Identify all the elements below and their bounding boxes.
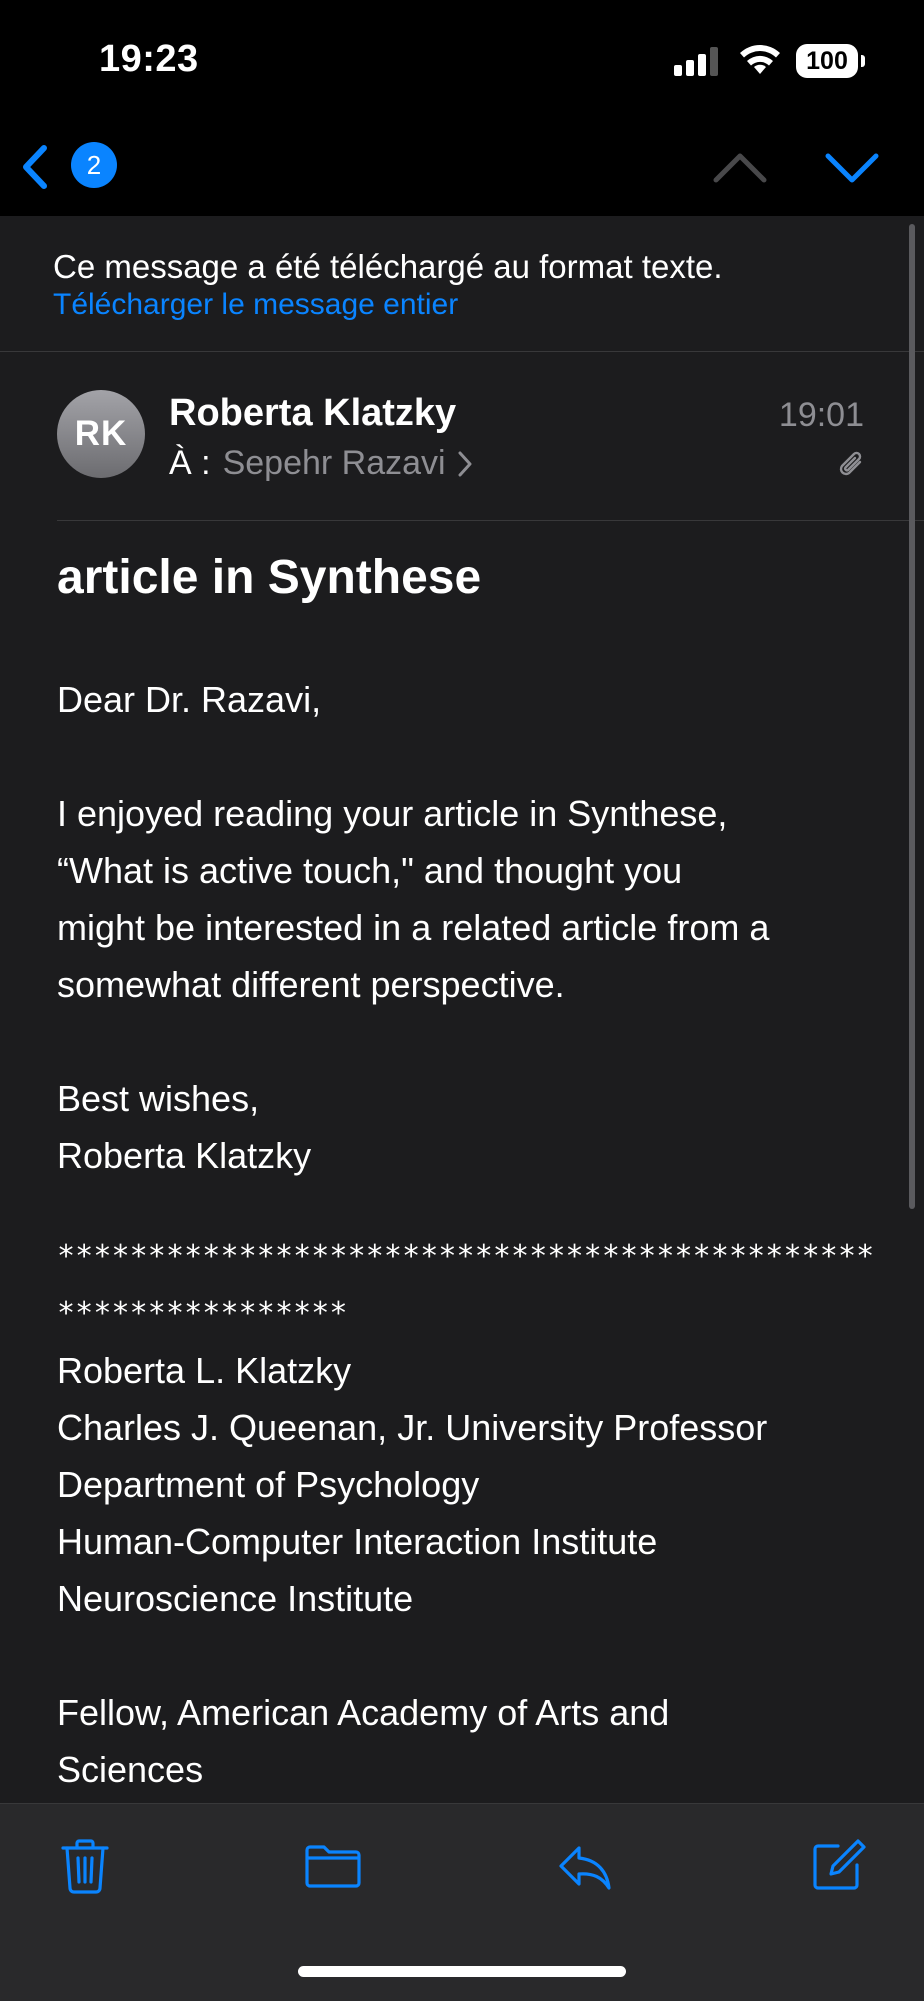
header-divider — [57, 520, 924, 521]
status-time: 19:23 — [99, 38, 199, 80]
reply-icon[interactable] — [555, 1836, 615, 1896]
recipient-row[interactable]: À : Sepehr Razavi — [169, 444, 472, 483]
trash-icon[interactable] — [55, 1836, 115, 1896]
message-subject: article in Synthese — [57, 551, 482, 604]
avatar[interactable]: RK — [57, 390, 145, 478]
body-line: might be interested in a related article… — [57, 907, 770, 948]
body-line: “What is active touch," and thought you — [57, 850, 683, 891]
battery-tip — [861, 55, 865, 67]
nav-bar — [0, 120, 924, 216]
partial-download-banner: Ce message a été téléchargé au format te… — [0, 216, 924, 352]
body-line: I enjoyed reading your article in Synthe… — [57, 793, 728, 834]
signature-line: Human-Computer Interaction Institute — [57, 1521, 658, 1562]
fellow-line: Sciences — [57, 1749, 204, 1790]
status-bar: 19:23 100 — [0, 0, 924, 120]
recipient-name[interactable]: Sepehr Razavi — [223, 444, 446, 483]
home-indicator[interactable] — [298, 1966, 626, 1977]
fellow-line: Fellow, American Academy of Arts and — [57, 1692, 670, 1733]
download-full-message-link[interactable]: Télécharger le message entier — [53, 288, 458, 322]
body-line: somewhat different perspective. — [57, 964, 565, 1005]
signature-separator: ****************************************… — [57, 1239, 875, 1331]
chevron-down-icon[interactable] — [824, 140, 880, 196]
chevron-left-icon[interactable] — [16, 140, 56, 194]
greeting: Dear Dr. Razavi, — [57, 679, 322, 720]
signature-line: Charles J. Queenan, Jr. University Profe… — [57, 1407, 768, 1448]
to-label: À : — [169, 444, 211, 482]
message-header: RK Roberta Klatzky À : Sepehr Razavi 19:… — [0, 352, 924, 522]
message-time: 19:01 — [778, 396, 864, 434]
chevron-up-icon[interactable] — [712, 140, 768, 196]
compose-icon[interactable] — [808, 1836, 868, 1896]
paperclip-icon — [839, 451, 862, 476]
cellular-signal-icon — [674, 46, 722, 76]
folder-icon[interactable] — [303, 1836, 363, 1896]
sign-name: Roberta Klatzky — [57, 1135, 312, 1176]
closing: Best wishes, — [57, 1078, 260, 1119]
message-body: Dear Dr. Razavi, I enjoyed reading your … — [57, 671, 877, 1798]
battery-icon: 100 — [796, 44, 858, 78]
signature-line: Neuroscience Institute — [57, 1578, 414, 1619]
signature-line: Roberta L. Klatzky — [57, 1350, 352, 1391]
chevron-right-icon — [458, 451, 472, 476]
scrollbar[interactable] — [909, 224, 915, 1209]
unread-count-badge[interactable]: 2 — [71, 142, 117, 188]
banner-text: Ce message a été téléchargé au format te… — [53, 248, 723, 285]
sender-name[interactable]: Roberta Klatzky — [169, 392, 456, 435]
wifi-icon — [740, 45, 780, 74]
signature-line: Department of Psychology — [57, 1464, 480, 1505]
